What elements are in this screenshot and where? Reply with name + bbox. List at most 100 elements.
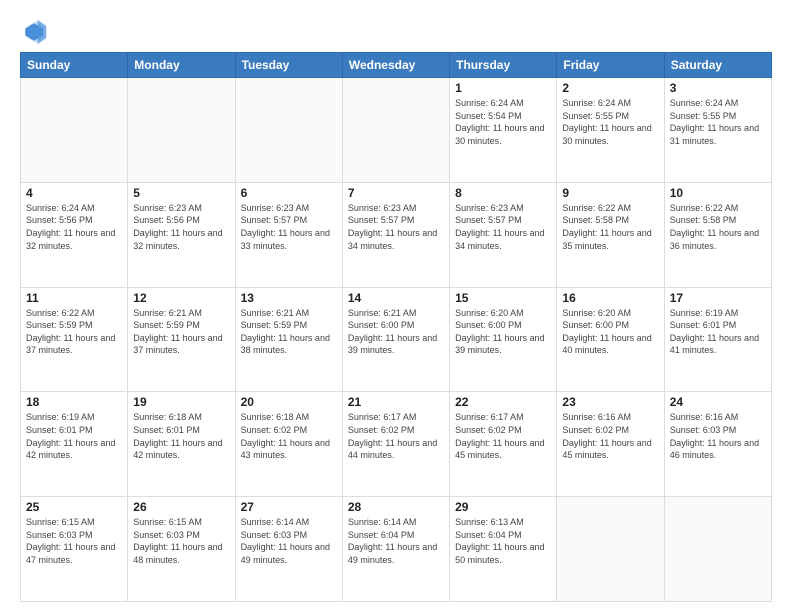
day-number: 18 — [26, 395, 122, 409]
day-number: 22 — [455, 395, 551, 409]
day-number: 17 — [670, 291, 766, 305]
day-info: Sunrise: 6:21 AM Sunset: 5:59 PM Dayligh… — [133, 307, 229, 357]
weekday-header-saturday: Saturday — [664, 53, 771, 78]
calendar-week-0: 1 Sunrise: 6:24 AM Sunset: 5:54 PM Daylig… — [21, 78, 772, 183]
calendar-cell: 15 Sunrise: 6:20 AM Sunset: 6:00 PM Dayli… — [450, 287, 557, 392]
calendar-cell — [128, 78, 235, 183]
calendar-cell: 22 Sunrise: 6:17 AM Sunset: 6:02 PM Dayli… — [450, 392, 557, 497]
day-info: Sunrise: 6:21 AM Sunset: 6:00 PM Dayligh… — [348, 307, 444, 357]
day-number: 27 — [241, 500, 337, 514]
calendar-cell: 11Sunrise: 6:22 AM Sunset: 5:59 PM Dayli… — [21, 287, 128, 392]
day-info: Sunrise: 6:20 AM Sunset: 6:00 PM Dayligh… — [562, 307, 658, 357]
day-info: Sunrise: 6:23 AM Sunset: 5:56 PM Dayligh… — [133, 202, 229, 252]
day-number: 3 — [670, 81, 766, 95]
calendar-cell: 18 Sunrise: 6:19 AM Sunset: 6:01 PM Dayli… — [21, 392, 128, 497]
day-info: Sunrise: 6:24 AM Sunset: 5:55 PM Dayligh… — [562, 97, 658, 147]
calendar-cell: 23 Sunrise: 6:16 AM Sunset: 6:02 PM Dayli… — [557, 392, 664, 497]
day-info: Sunrise: 6:24 AM Sunset: 5:54 PM Dayligh… — [455, 97, 551, 147]
day-number: 4 — [26, 186, 122, 200]
calendar-cell — [342, 78, 449, 183]
logo-icon — [20, 18, 48, 46]
day-info: Sunrise: 6:22 AM Sunset: 5:58 PM Dayligh… — [670, 202, 766, 252]
day-info: Sunrise: 6:15 AM Sunset: 6:03 PM Dayligh… — [133, 516, 229, 566]
calendar-cell: 27 Sunrise: 6:14 AM Sunset: 6:03 PM Dayli… — [235, 497, 342, 602]
calendar-cell: 4 Sunrise: 6:24 AM Sunset: 5:56 PM Daylig… — [21, 182, 128, 287]
day-info: Sunrise: 6:18 AM Sunset: 6:02 PM Dayligh… — [241, 411, 337, 461]
calendar-cell: 14 Sunrise: 6:21 AM Sunset: 6:00 PM Dayli… — [342, 287, 449, 392]
weekday-header-friday: Friday — [557, 53, 664, 78]
calendar-cell: 3 Sunrise: 6:24 AM Sunset: 5:55 PM Daylig… — [664, 78, 771, 183]
calendar-week-1: 4 Sunrise: 6:24 AM Sunset: 5:56 PM Daylig… — [21, 182, 772, 287]
day-number: 14 — [348, 291, 444, 305]
day-info: Sunrise: 6:22 AM Sunset: 5:58 PM Dayligh… — [562, 202, 658, 252]
day-number: 5 — [133, 186, 229, 200]
calendar-cell: 19 Sunrise: 6:18 AM Sunset: 6:01 PM Dayli… — [128, 392, 235, 497]
calendar-cell: 13Sunrise: 6:21 AM Sunset: 5:59 PM Dayli… — [235, 287, 342, 392]
calendar-week-2: 11Sunrise: 6:22 AM Sunset: 5:59 PM Dayli… — [21, 287, 772, 392]
calendar-header-row: SundayMondayTuesdayWednesdayThursdayFrid… — [21, 53, 772, 78]
day-number: 8 — [455, 186, 551, 200]
day-info: Sunrise: 6:21 AM Sunset: 5:59 PM Dayligh… — [241, 307, 337, 357]
day-number: 16 — [562, 291, 658, 305]
day-info: Sunrise: 6:17 AM Sunset: 6:02 PM Dayligh… — [455, 411, 551, 461]
day-info: Sunrise: 6:14 AM Sunset: 6:04 PM Dayligh… — [348, 516, 444, 566]
calendar-cell: 24 Sunrise: 6:16 AM Sunset: 6:03 PM Dayli… — [664, 392, 771, 497]
calendar-cell: 16 Sunrise: 6:20 AM Sunset: 6:00 PM Dayli… — [557, 287, 664, 392]
day-number: 12 — [133, 291, 229, 305]
day-info: Sunrise: 6:16 AM Sunset: 6:03 PM Dayligh… — [670, 411, 766, 461]
day-number: 29 — [455, 500, 551, 514]
header — [20, 18, 772, 46]
day-number: 11 — [26, 291, 122, 305]
calendar-cell: 12 Sunrise: 6:21 AM Sunset: 5:59 PM Dayli… — [128, 287, 235, 392]
calendar-cell — [664, 497, 771, 602]
day-number: 23 — [562, 395, 658, 409]
day-info: Sunrise: 6:16 AM Sunset: 6:02 PM Dayligh… — [562, 411, 658, 461]
weekday-header-wednesday: Wednesday — [342, 53, 449, 78]
calendar-cell: 20Sunrise: 6:18 AM Sunset: 6:02 PM Dayli… — [235, 392, 342, 497]
day-info: Sunrise: 6:15 AM Sunset: 6:03 PM Dayligh… — [26, 516, 122, 566]
day-number: 9 — [562, 186, 658, 200]
weekday-header-monday: Monday — [128, 53, 235, 78]
calendar-cell: 25Sunrise: 6:15 AM Sunset: 6:03 PM Dayli… — [21, 497, 128, 602]
day-number: 21 — [348, 395, 444, 409]
day-info: Sunrise: 6:19 AM Sunset: 6:01 PM Dayligh… — [26, 411, 122, 461]
day-number: 1 — [455, 81, 551, 95]
calendar-week-3: 18 Sunrise: 6:19 AM Sunset: 6:01 PM Dayli… — [21, 392, 772, 497]
calendar-cell: 29 Sunrise: 6:13 AM Sunset: 6:04 PM Dayli… — [450, 497, 557, 602]
day-info: Sunrise: 6:20 AM Sunset: 6:00 PM Dayligh… — [455, 307, 551, 357]
day-info: Sunrise: 6:17 AM Sunset: 6:02 PM Dayligh… — [348, 411, 444, 461]
day-number: 7 — [348, 186, 444, 200]
weekday-header-sunday: Sunday — [21, 53, 128, 78]
day-info: Sunrise: 6:14 AM Sunset: 6:03 PM Dayligh… — [241, 516, 337, 566]
calendar-cell: 6 Sunrise: 6:23 AM Sunset: 5:57 PM Daylig… — [235, 182, 342, 287]
calendar-cell: 26 Sunrise: 6:15 AM Sunset: 6:03 PM Dayli… — [128, 497, 235, 602]
calendar-cell — [235, 78, 342, 183]
day-info: Sunrise: 6:23 AM Sunset: 5:57 PM Dayligh… — [455, 202, 551, 252]
day-info: Sunrise: 6:13 AM Sunset: 6:04 PM Dayligh… — [455, 516, 551, 566]
weekday-header-tuesday: Tuesday — [235, 53, 342, 78]
calendar-cell: 2 Sunrise: 6:24 AM Sunset: 5:55 PM Daylig… — [557, 78, 664, 183]
day-number: 6 — [241, 186, 337, 200]
calendar-cell: 28 Sunrise: 6:14 AM Sunset: 6:04 PM Dayli… — [342, 497, 449, 602]
calendar-week-4: 25Sunrise: 6:15 AM Sunset: 6:03 PM Dayli… — [21, 497, 772, 602]
calendar-cell: 7 Sunrise: 6:23 AM Sunset: 5:57 PM Daylig… — [342, 182, 449, 287]
calendar-cell: 21 Sunrise: 6:17 AM Sunset: 6:02 PM Dayli… — [342, 392, 449, 497]
day-info: Sunrise: 6:24 AM Sunset: 5:56 PM Dayligh… — [26, 202, 122, 252]
day-number: 24 — [670, 395, 766, 409]
day-number: 15 — [455, 291, 551, 305]
calendar-cell: 8 Sunrise: 6:23 AM Sunset: 5:57 PM Daylig… — [450, 182, 557, 287]
day-info: Sunrise: 6:18 AM Sunset: 6:01 PM Dayligh… — [133, 411, 229, 461]
day-number: 26 — [133, 500, 229, 514]
day-number: 28 — [348, 500, 444, 514]
calendar-cell: 1 Sunrise: 6:24 AM Sunset: 5:54 PM Daylig… — [450, 78, 557, 183]
calendar-cell — [557, 497, 664, 602]
day-number: 19 — [133, 395, 229, 409]
calendar-cell: 5 Sunrise: 6:23 AM Sunset: 5:56 PM Daylig… — [128, 182, 235, 287]
calendar-cell: 9 Sunrise: 6:22 AM Sunset: 5:58 PM Daylig… — [557, 182, 664, 287]
day-number: 2 — [562, 81, 658, 95]
day-info: Sunrise: 6:24 AM Sunset: 5:55 PM Dayligh… — [670, 97, 766, 147]
day-info: Sunrise: 6:23 AM Sunset: 5:57 PM Dayligh… — [241, 202, 337, 252]
day-info: Sunrise: 6:19 AM Sunset: 6:01 PM Dayligh… — [670, 307, 766, 357]
day-info: Sunrise: 6:23 AM Sunset: 5:57 PM Dayligh… — [348, 202, 444, 252]
logo — [20, 18, 52, 46]
